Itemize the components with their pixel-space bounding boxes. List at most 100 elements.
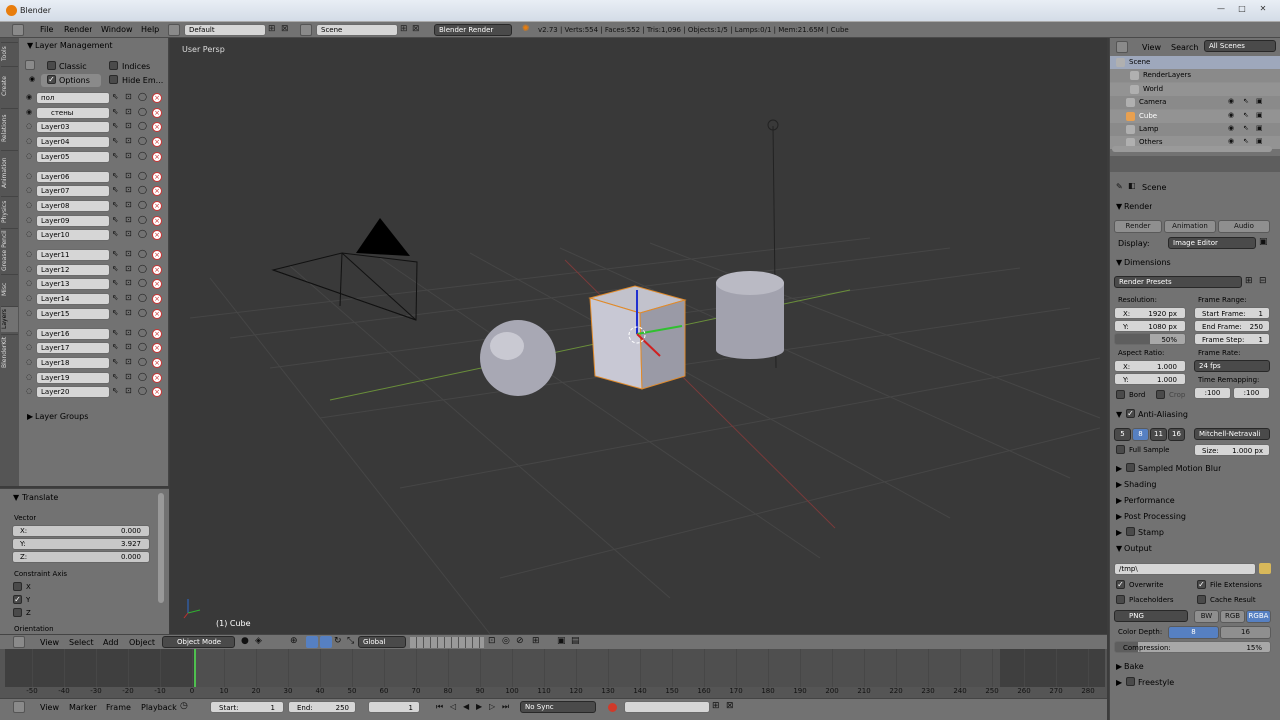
outliner-select-icon[interactable]: ⇖ bbox=[1243, 97, 1249, 105]
layer-select-icon[interactable]: ⇖ bbox=[112, 357, 119, 366]
layer-visibility-eye-icon[interactable]: ◌ bbox=[26, 186, 32, 194]
layer-select-icon[interactable]: ⇖ bbox=[112, 372, 119, 381]
layer-visibility-eye-icon[interactable]: ◌ bbox=[26, 250, 32, 258]
layer-lock-icon[interactable]: ⊡ bbox=[125, 200, 132, 209]
layer-select-icon[interactable]: ⇖ bbox=[112, 308, 119, 317]
menu-render[interactable]: Render bbox=[64, 25, 92, 34]
timeline-editor-icon[interactable] bbox=[13, 701, 25, 713]
view-menu[interactable]: View bbox=[40, 638, 59, 647]
smb-title[interactable]: Sampled Motion Blur bbox=[1138, 464, 1221, 473]
next-key-icon[interactable]: ▷ bbox=[489, 702, 495, 711]
layer-visibility-eye-icon[interactable]: ◉ bbox=[26, 108, 32, 116]
shading-arrow-icon[interactable]: ▶ bbox=[1116, 480, 1122, 489]
layer-wire-icon[interactable]: ◯ bbox=[138, 171, 147, 180]
layer-lock-icon[interactable]: ⊡ bbox=[125, 249, 132, 258]
tool-tab-grease-pencil[interactable]: Grease Pencil bbox=[1, 228, 18, 272]
layer-select-icon[interactable]: ⇖ bbox=[112, 293, 119, 302]
stamp-arrow-icon[interactable]: ▶ bbox=[1116, 528, 1122, 537]
overwrite-checkbox[interactable]: ✓ bbox=[1116, 580, 1125, 589]
outliner-select-icon[interactable]: ⇖ bbox=[1243, 111, 1249, 119]
layer-row[interactable]: ◌ Layer09 ⇖ ⊡ ◯ × bbox=[24, 214, 166, 228]
aa-size-field[interactable]: Size: 1.000 px bbox=[1194, 444, 1270, 456]
snap-element-icon[interactable]: ⊞ bbox=[532, 636, 540, 646]
layer-visibility-eye-icon[interactable]: ◌ bbox=[26, 387, 32, 395]
layer-delete-icon[interactable]: × bbox=[152, 186, 162, 197]
color-depth-16-button[interactable]: 16 bbox=[1220, 626, 1271, 639]
keying-set-field[interactable] bbox=[624, 701, 710, 713]
screen-remove-icon[interactable]: ⊠ bbox=[281, 24, 289, 34]
snap-icon[interactable]: ⊘ bbox=[516, 636, 524, 646]
layer-name-field[interactable]: Layer15 bbox=[36, 307, 110, 320]
translate-manip-icon[interactable] bbox=[306, 636, 318, 648]
layer-delete-icon[interactable]: × bbox=[152, 215, 162, 226]
layer-name-field[interactable]: Layer08 bbox=[36, 199, 110, 212]
fps-select[interactable]: 24 fps bbox=[1194, 360, 1270, 372]
file-format-select[interactable]: PNG bbox=[1114, 610, 1188, 622]
tool-tab-physics[interactable]: Physics bbox=[1, 196, 18, 226]
timeline-playback-menu[interactable]: Playback bbox=[141, 703, 177, 712]
layer-name-field[interactable]: стены bbox=[36, 106, 110, 119]
layer-name-field[interactable]: Layer17 bbox=[36, 342, 110, 355]
layer-buttons[interactable] bbox=[410, 637, 484, 648]
layer-lock-icon[interactable]: ⊡ bbox=[125, 151, 132, 160]
layer-row[interactable]: ◌ Layer13 ⇖ ⊡ ◯ × bbox=[24, 278, 166, 291]
layer-lock-icon[interactable]: ⊡ bbox=[125, 342, 132, 351]
layer-select-icon[interactable]: ⇖ bbox=[112, 185, 119, 194]
eye-options-icon[interactable]: ◉ bbox=[29, 75, 35, 83]
add-menu[interactable]: Add bbox=[103, 638, 119, 647]
layer-wire-icon[interactable]: ◯ bbox=[138, 215, 147, 224]
select-menu[interactable]: Select bbox=[69, 638, 94, 647]
layer-delete-icon[interactable]: × bbox=[152, 200, 162, 211]
folder-icon[interactable] bbox=[1259, 563, 1271, 574]
layer-select-icon[interactable]: ⇖ bbox=[112, 278, 119, 287]
layer-wire-icon[interactable]: ◯ bbox=[138, 249, 147, 258]
layer-delete-icon[interactable]: × bbox=[152, 372, 162, 383]
rotate-manip-icon[interactable]: ↻ bbox=[334, 636, 342, 646]
tool-tab-create[interactable]: Create bbox=[1, 66, 18, 106]
scene-add-icon[interactable]: ⊞ bbox=[400, 24, 408, 34]
outliner-select-icon[interactable]: ⇖ bbox=[1243, 137, 1249, 145]
output-path-field[interactable]: /tmp\ bbox=[1114, 563, 1256, 575]
preview-range-icon[interactable]: ◷ bbox=[180, 701, 188, 711]
performance-title[interactable]: Performance bbox=[1124, 496, 1175, 505]
layer-delete-icon[interactable]: × bbox=[152, 93, 162, 103]
layer-select-icon[interactable]: ⇖ bbox=[112, 229, 119, 238]
layer-lock-icon[interactable]: ⊡ bbox=[125, 185, 132, 194]
placeholders-checkbox[interactable] bbox=[1116, 595, 1125, 604]
layer-row[interactable]: ◌ Layer17 ⇖ ⊡ ◯ × bbox=[24, 342, 166, 355]
shading-title[interactable]: Shading bbox=[1124, 480, 1157, 489]
end-frame-field[interactable]: End: 250 bbox=[288, 701, 356, 713]
layer-wire-icon[interactable]: ◯ bbox=[138, 328, 147, 337]
aa-5-button[interactable]: 5 bbox=[1114, 428, 1131, 441]
mode-select[interactable]: Object Mode bbox=[162, 636, 235, 648]
outliner-visibility-eye-icon[interactable]: ◉ bbox=[1228, 124, 1234, 132]
play-icon[interactable]: ▶ bbox=[476, 702, 482, 711]
post-processing-title[interactable]: Post Processing bbox=[1124, 512, 1186, 521]
smb-checkbox[interactable] bbox=[1126, 463, 1135, 472]
layer-visibility-eye-icon[interactable]: ◌ bbox=[26, 265, 32, 273]
aspect-x-field[interactable]: X: 1.000 bbox=[1114, 360, 1186, 372]
aa-16-button[interactable]: 16 bbox=[1168, 428, 1185, 441]
layer-lock-icon[interactable]: ⊡ bbox=[125, 171, 132, 180]
layer-delete-icon[interactable]: × bbox=[152, 387, 162, 398]
layer-row[interactable]: ◌ Layer10 ⇖ ⊡ ◯ × bbox=[24, 229, 166, 242]
outliner-row[interactable]: Lamp ◉ ⇖ ▣ bbox=[1110, 123, 1280, 136]
render-button[interactable]: Render bbox=[1114, 220, 1162, 233]
render-presets-select[interactable]: Render Presets bbox=[1114, 276, 1242, 288]
layer-delete-icon[interactable]: × bbox=[152, 230, 162, 241]
layer-row[interactable]: ◌ Layer19 ⇖ ⊡ ◯ × bbox=[24, 371, 166, 385]
operator-scrollbar[interactable] bbox=[158, 493, 164, 603]
constraint-x-checkbox[interactable] bbox=[13, 582, 22, 591]
outliner-view-menu[interactable]: View bbox=[1142, 43, 1161, 52]
layer-wire-icon[interactable]: ◯ bbox=[138, 136, 147, 145]
outliner-render-icon[interactable]: ▣ bbox=[1256, 97, 1263, 105]
layer-wire-icon[interactable]: ◯ bbox=[138, 229, 147, 238]
layer-visibility-eye-icon[interactable]: ◌ bbox=[26, 201, 32, 209]
layer-lock-icon[interactable]: ⊡ bbox=[125, 308, 132, 317]
aa-arrow-icon[interactable]: ▼ bbox=[1116, 410, 1122, 419]
outliner-row[interactable]: RenderLayers bbox=[1110, 69, 1280, 83]
layer-wire-icon[interactable]: ◯ bbox=[138, 278, 147, 287]
layer-lock-icon[interactable]: ⊡ bbox=[125, 372, 132, 381]
jump-end-icon[interactable]: ⏭ bbox=[502, 702, 509, 712]
render-preview-icon[interactable]: ▣ bbox=[557, 636, 566, 646]
